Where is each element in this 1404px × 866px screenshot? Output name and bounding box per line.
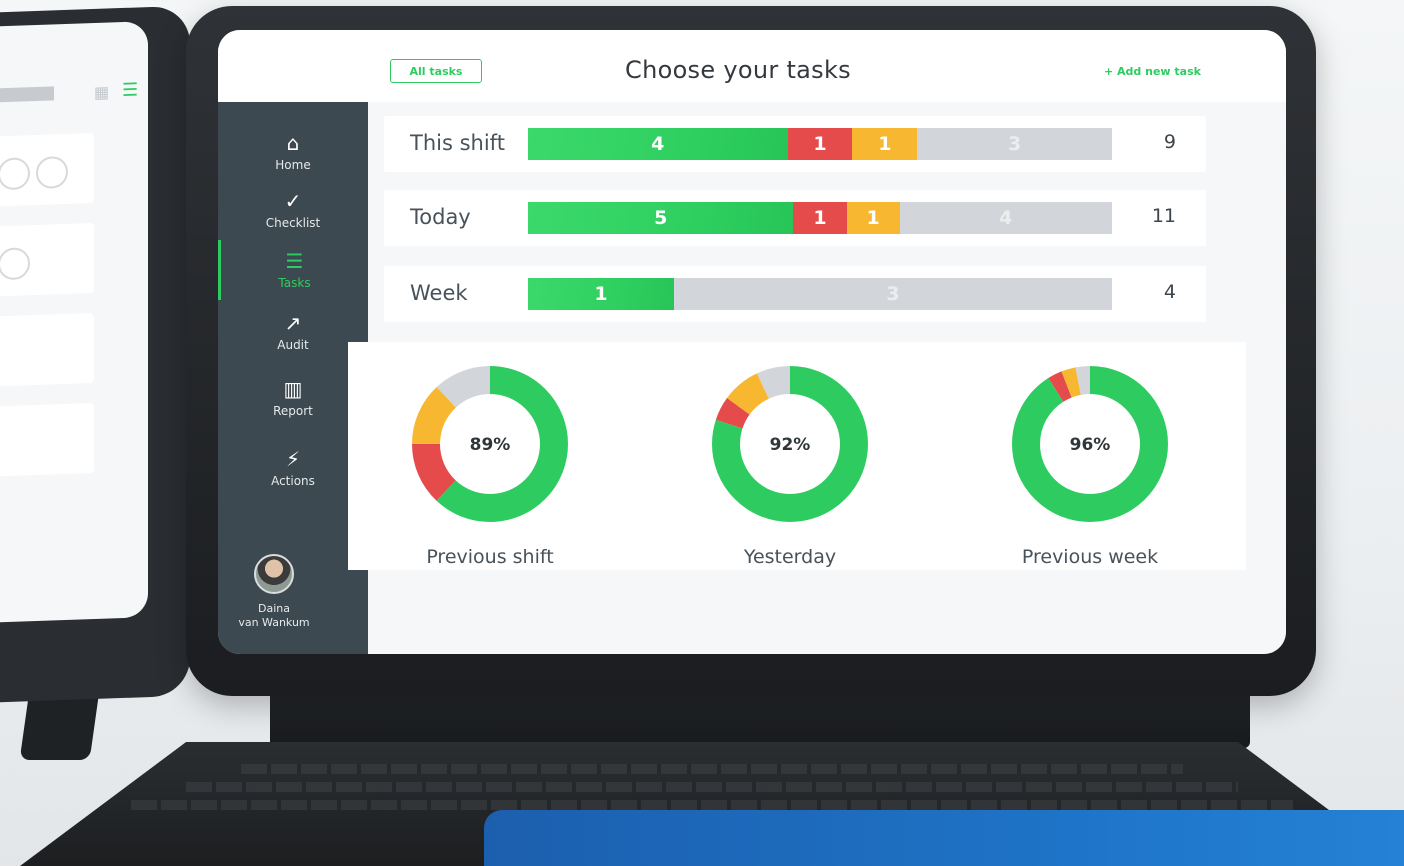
stacked-progress-bar: 5114 [528, 202, 1112, 234]
background-task-card [0, 402, 94, 478]
row-total-count: 9 [1163, 131, 1176, 153]
page-title: Choose your tasks [625, 56, 851, 84]
sidebar-item-label: Audit [277, 338, 309, 352]
all-tasks-button[interactable]: All tasks [390, 59, 482, 83]
sidebar-item-tasks[interactable]: ☰ Tasks [218, 240, 368, 300]
grid-view-icon: ▦ [94, 82, 110, 102]
donut-previous-shift[interactable]: 89% Previous shift [360, 364, 620, 568]
donut-chart: 89% [412, 366, 568, 522]
row-total-count: 4 [1163, 281, 1176, 303]
bar-segment-gray[interactable]: 3 [674, 278, 1112, 310]
row-label: Week [410, 281, 468, 305]
key-row [241, 764, 1183, 774]
stacked-progress-bar: 4113 [528, 128, 1112, 160]
add-new-task-link[interactable]: + Add new task [1104, 65, 1201, 78]
sidebar-item-label: Report [273, 404, 313, 418]
sidebar: ⌂ Home ✓ Checklist ☰ Tasks ↗ Audit ▥ Report ⚡ Actio… [218, 102, 368, 654]
row-label: This shift [410, 131, 505, 155]
donut-caption: Previous shift [426, 546, 554, 568]
user-last-name: van Wankum [238, 616, 310, 629]
tasks-icon: ☰ [285, 249, 304, 273]
donut-caption: Yesterday [743, 546, 837, 568]
sidebar-item-label: Checklist [265, 216, 321, 230]
sidebar-item-actions[interactable]: ⚡ Actions [218, 438, 368, 498]
bar-segment-yellow[interactable]: 1 [852, 128, 918, 160]
background-status-circle [36, 155, 68, 190]
background-task-card [0, 222, 94, 298]
row-label: Today [410, 205, 471, 229]
bar-segment-green[interactable]: 4 [528, 128, 788, 160]
bar-segment-red[interactable]: 1 [793, 202, 847, 234]
task-row-this-shift[interactable]: This shift 4 1 1 3 9 [384, 116, 1206, 172]
key-row [130, 800, 1294, 810]
donut-yesterday[interactable]: 92% Yesterday [660, 364, 920, 568]
report-icon: ▥ [283, 377, 303, 401]
background-task-card [0, 132, 94, 208]
bar-segment-gray[interactable]: 4 [899, 202, 1112, 234]
blue-overlay-box [484, 810, 1404, 866]
background-tablet-screen: ▦ ☰ [0, 21, 148, 624]
donut-previous-week[interactable]: 96% Previous week [960, 364, 1220, 568]
donut-chart: 92% [712, 366, 868, 522]
sidebar-item-home[interactable]: ⌂ Home [218, 122, 368, 182]
row-total-count: 11 [1151, 205, 1176, 227]
app-header: All tasks Choose your tasks + Add new ta… [218, 30, 1286, 102]
key-row [186, 782, 1238, 792]
list-view-icon: ☰ [122, 79, 139, 102]
completion-donuts-panel: 89% Previous shift 92% Yesterday 96% Previous… [348, 342, 1246, 570]
user-name: Daina van Wankum [218, 602, 330, 630]
task-row-week[interactable]: Week 1 3 4 [384, 266, 1206, 322]
background-progress-bar [0, 86, 54, 104]
audit-icon: ↗ [284, 311, 302, 335]
task-row-today[interactable]: Today 5 1 1 4 11 [384, 190, 1206, 246]
sidebar-item-label: Actions [271, 474, 315, 488]
donut-percent-label: 92% [770, 435, 811, 455]
sidebar-item-audit[interactable]: ↗ Audit [218, 302, 368, 362]
background-status-circle [0, 157, 30, 191]
donut-caption: Previous week [1021, 546, 1159, 568]
sidebar-item-checklist[interactable]: ✓ Checklist [218, 180, 368, 240]
avatar[interactable] [254, 554, 294, 594]
sidebar-item-report[interactable]: ▥ Report [218, 368, 368, 428]
background-task-card [0, 312, 94, 388]
bar-segment-green[interactable]: 5 [528, 202, 794, 234]
stacked-progress-bar: 13 [528, 278, 1112, 310]
bar-segment-red[interactable]: 1 [787, 128, 853, 160]
background-tablet: ▦ ☰ [0, 5, 190, 705]
donut-percent-label: 96% [1070, 435, 1111, 455]
bar-segment-green[interactable]: 1 [528, 278, 674, 310]
checklist-icon: ✓ [284, 189, 302, 213]
app-screen: All tasks Choose your tasks + Add new ta… [218, 30, 1286, 654]
donut-percent-label: 89% [470, 435, 511, 455]
bar-segment-yellow[interactable]: 1 [846, 202, 900, 234]
sidebar-item-label: Home [275, 158, 311, 172]
home-icon: ⌂ [286, 131, 300, 155]
actions-icon: ⚡ [285, 447, 301, 471]
bar-segment-gray[interactable]: 3 [917, 128, 1112, 160]
keyboard-hinge [270, 688, 1250, 748]
donut-chart: 96% [1012, 366, 1168, 522]
user-first-name: Daina [258, 602, 290, 615]
sidebar-item-label: Tasks [278, 276, 311, 290]
background-status-circle [0, 247, 30, 281]
